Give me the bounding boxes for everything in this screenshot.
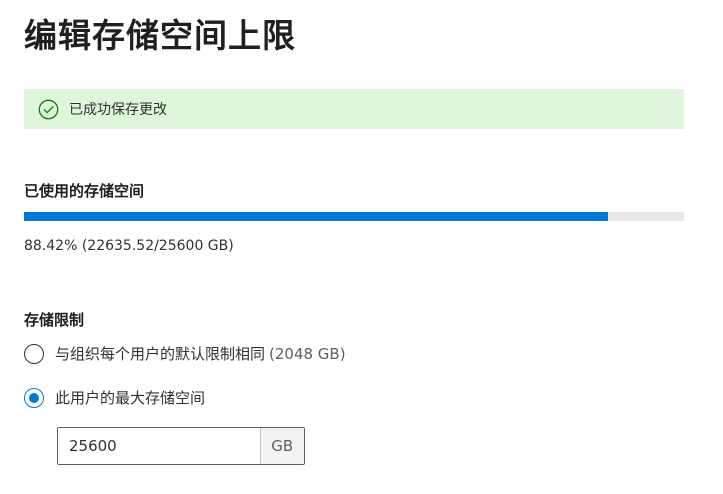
checkmark-circle-icon (38, 99, 59, 120)
page-title: 编辑存储空间上限 (24, 16, 296, 55)
radio-default-limit-text: 与组织每个用户的默认限制相同 (55, 345, 266, 363)
radio-button-checked[interactable] (24, 387, 44, 408)
storage-quota-field: GB (57, 427, 305, 465)
radio-default-limit[interactable]: 与组织每个用户的默认限制相同 (2048 GB) (24, 343, 346, 364)
quota-unit-suffix: GB (259, 428, 304, 464)
radio-custom-limit-label: 此用户的最大存储空间 (55, 389, 206, 407)
storage-used-heading: 已使用的存储空间 (24, 182, 145, 200)
storage-quota-input[interactable] (58, 428, 260, 464)
radio-default-limit-size: (2048 GB) (269, 345, 346, 363)
storage-progress-fill (24, 212, 608, 221)
storage-progress-bar (24, 212, 684, 221)
radio-button-unchecked[interactable] (24, 343, 44, 364)
success-message: 已成功保存更改 (69, 102, 167, 118)
storage-usage-text: 88.42% (22635.52/25600 GB) (24, 238, 234, 254)
radio-selected-dot (29, 392, 39, 403)
success-notification: 已成功保存更改 (24, 89, 684, 129)
radio-custom-limit[interactable]: 此用户的最大存储空间 (24, 387, 205, 408)
storage-limit-heading: 存储限制 (24, 311, 85, 329)
radio-default-limit-label: 与组织每个用户的默认限制相同 (2048 GB) (55, 343, 346, 364)
